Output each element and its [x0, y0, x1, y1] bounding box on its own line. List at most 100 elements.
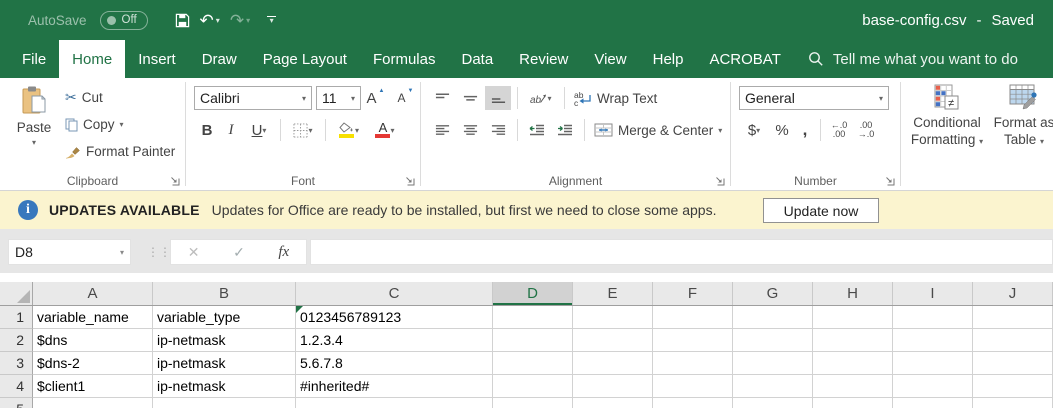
enter-icon[interactable]: ✓ [233, 244, 245, 261]
number-format-select[interactable]: General ▾ [739, 86, 889, 110]
cell-J5[interactable] [973, 398, 1053, 408]
cell-D5[interactable] [493, 398, 573, 408]
bottom-align-button[interactable] [485, 86, 511, 110]
tab-draw[interactable]: Draw [189, 40, 250, 78]
cell-I5[interactable] [893, 398, 973, 408]
borders-button[interactable]: ▾ [287, 118, 319, 142]
cell-F1[interactable] [653, 306, 733, 329]
cell-H5[interactable] [813, 398, 893, 408]
cell-B1[interactable]: variable_type [153, 306, 296, 329]
cancel-icon[interactable]: ✕ [188, 244, 200, 261]
cell-F2[interactable] [653, 329, 733, 352]
cell-B5[interactable] [153, 398, 296, 408]
column-header-G[interactable]: G [733, 282, 813, 305]
decrease-font-size-button[interactable]: A ▼ [395, 86, 421, 110]
increase-decimal-button[interactable]: ←.0 .00 [826, 118, 852, 142]
format-painter-button[interactable]: Format Painter [62, 140, 178, 163]
cell-B4[interactable]: ip-netmask [153, 375, 296, 398]
middle-align-button[interactable] [457, 86, 483, 110]
font-color-button[interactable]: A ▾ [368, 118, 402, 142]
tab-file[interactable]: File [9, 40, 59, 78]
cell-C2[interactable]: 1.2.3.4 [296, 329, 493, 352]
decrease-decimal-button[interactable]: .00 →.0 [853, 118, 879, 142]
insert-function-button[interactable]: fx [278, 244, 289, 261]
tell-me-search[interactable]: Tell me what you want to do [808, 40, 1018, 78]
save-button[interactable] [172, 7, 193, 33]
clipboard-dialog-launcher[interactable] [169, 175, 180, 186]
customize-quick-access-toolbar-button[interactable]: ▾ [267, 16, 276, 25]
name-box[interactable]: D8 ▾ [8, 239, 131, 265]
update-now-button[interactable]: Update now [763, 198, 879, 223]
cell-J4[interactable] [973, 375, 1053, 398]
cell-H2[interactable] [813, 329, 893, 352]
font-name-select[interactable]: Calibri ▾ [194, 86, 312, 110]
cell-E1[interactable] [573, 306, 653, 329]
column-header-C[interactable]: C [296, 282, 493, 305]
paste-button[interactable]: Paste ▾ [7, 85, 61, 147]
row-header-3[interactable]: 3 [0, 352, 33, 375]
bold-button[interactable]: B [196, 118, 218, 142]
column-header-J[interactable]: J [973, 282, 1053, 305]
row-header-5[interactable]: 5 [0, 398, 33, 408]
cell-A2[interactable]: $dns [33, 329, 153, 352]
align-left-button[interactable] [429, 118, 455, 142]
tab-view[interactable]: View [581, 40, 639, 78]
undo-button[interactable]: ↶ ▾ [197, 7, 223, 33]
cell-E2[interactable] [573, 329, 653, 352]
copy-button[interactable]: Copy ▾ [62, 113, 178, 136]
cell-E4[interactable] [573, 375, 653, 398]
orientation-button[interactable]: ab ▾ [524, 86, 558, 110]
cell-H1[interactable] [813, 306, 893, 329]
align-right-button[interactable] [485, 118, 511, 142]
cell-A4[interactable]: $client1 [33, 375, 153, 398]
italic-button[interactable]: I [220, 118, 242, 142]
cell-B2[interactable]: ip-netmask [153, 329, 296, 352]
cell-D3[interactable] [493, 352, 573, 375]
cell-H4[interactable] [813, 375, 893, 398]
font-size-select[interactable]: 11 ▾ [316, 86, 361, 110]
select-all-button[interactable] [0, 282, 33, 305]
format-as-table-button[interactable]: Format as Table ▾ [993, 84, 1053, 150]
formula-bar-resize-handle[interactable]: ⋮⋮ [147, 239, 171, 265]
cell-E5[interactable] [573, 398, 653, 408]
cell-C3[interactable]: 5.6.7.8 [296, 352, 493, 375]
cell-E3[interactable] [573, 352, 653, 375]
font-dialog-launcher[interactable] [404, 175, 415, 186]
column-header-D[interactable]: D [493, 282, 573, 305]
cell-D4[interactable] [493, 375, 573, 398]
cell-I1[interactable] [893, 306, 973, 329]
cell-C5[interactable] [296, 398, 493, 408]
tab-acrobat[interactable]: ACROBAT [696, 40, 793, 78]
column-header-I[interactable]: I [893, 282, 973, 305]
number-dialog-launcher[interactable] [884, 175, 895, 186]
tab-data[interactable]: Data [448, 40, 506, 78]
tab-help[interactable]: Help [640, 40, 697, 78]
cell-A5[interactable] [33, 398, 153, 408]
cell-D1[interactable] [493, 306, 573, 329]
tab-home[interactable]: Home [59, 40, 125, 78]
alignment-dialog-launcher[interactable] [714, 175, 725, 186]
cell-I2[interactable] [893, 329, 973, 352]
conditional-formatting-button[interactable]: ≠ Conditional Formatting ▾ [905, 84, 989, 150]
cut-button[interactable]: ✂ Cut [62, 86, 178, 109]
cell-J2[interactable] [973, 329, 1053, 352]
redo-button[interactable]: ↷ ▾ [227, 7, 253, 33]
cell-G2[interactable] [733, 329, 813, 352]
column-header-A[interactable]: A [33, 282, 153, 305]
column-header-F[interactable]: F [653, 282, 733, 305]
increase-font-size-button[interactable]: A ▲ [365, 86, 391, 110]
cell-D2[interactable] [493, 329, 573, 352]
percent-style-button[interactable]: % [770, 118, 794, 142]
cell-A3[interactable]: $dns-2 [33, 352, 153, 375]
cell-F5[interactable] [653, 398, 733, 408]
cell-I4[interactable] [893, 375, 973, 398]
underline-button[interactable]: U ▾ [244, 118, 274, 142]
comma-style-button[interactable]: , [795, 118, 815, 142]
tab-insert[interactable]: Insert [125, 40, 189, 78]
accounting-format-button[interactable]: $ ▾ [739, 118, 769, 142]
cell-H3[interactable] [813, 352, 893, 375]
tab-review[interactable]: Review [506, 40, 581, 78]
cell-I3[interactable] [893, 352, 973, 375]
cell-G5[interactable] [733, 398, 813, 408]
cell-F4[interactable] [653, 375, 733, 398]
